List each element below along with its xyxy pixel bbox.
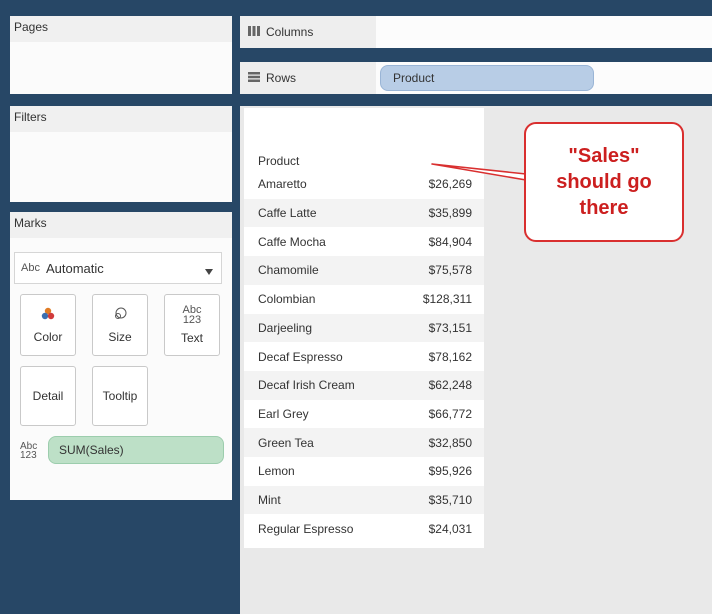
- row-value: $95,926: [428, 464, 472, 479]
- table-row[interactable]: Chamomile $75,578: [244, 256, 484, 285]
- table-rows: Amaretto $26,269 Caffe Latte $35,899 Caffe…: [244, 170, 484, 544]
- detail-button-label: Detail: [32, 389, 64, 403]
- columns-drop-area[interactable]: [376, 16, 712, 48]
- row-product: Caffe Latte: [258, 206, 317, 221]
- callout-pointer: [431, 163, 527, 181]
- callout-line-1: "Sales": [568, 145, 640, 167]
- row-product: Mint: [258, 493, 281, 508]
- row-value: $75,578: [428, 263, 472, 278]
- row-product: Decaf Irish Cream: [258, 378, 355, 393]
- row-value: $24,031: [428, 521, 472, 536]
- chevron-down-icon: [205, 264, 213, 278]
- row-value: $32,850: [428, 435, 472, 450]
- pages-card-title: Pages: [14, 20, 49, 34]
- row-value: $73,151: [428, 320, 472, 335]
- row-product: Caffe Mocha: [258, 234, 326, 249]
- row-value: $62,248: [428, 378, 472, 393]
- table-row[interactable]: Green Tea $32,850: [244, 428, 484, 457]
- filters-drop-area[interactable]: [10, 132, 232, 202]
- table-row[interactable]: Decaf Irish Cream $62,248: [244, 370, 484, 400]
- pages-card: Pages: [10, 16, 232, 94]
- rows-shelf-label: Rows: [240, 62, 376, 94]
- columns-label-text: Columns: [266, 25, 314, 39]
- table-row[interactable]: Lemon $95,926: [244, 457, 484, 486]
- rows-icon: [248, 71, 260, 85]
- row-product: Earl Grey: [258, 406, 309, 421]
- size-button[interactable]: Size: [92, 294, 148, 356]
- product-pill-label: Product: [393, 71, 435, 85]
- row-value: $66,772: [428, 406, 472, 421]
- mark-type-dropdown[interactable]: Abc Automatic: [14, 252, 222, 284]
- row-product: Regular Espresso: [258, 521, 354, 536]
- filters-card: Filters: [10, 106, 232, 202]
- color-button[interactable]: Color: [20, 294, 76, 356]
- row-value: $78,162: [428, 349, 472, 364]
- filters-card-title: Filters: [14, 110, 47, 124]
- row-product: Amaretto: [258, 177, 307, 192]
- row-product: Colombian: [258, 292, 316, 307]
- row-product: Darjeeling: [258, 320, 313, 335]
- product-pill[interactable]: Product: [380, 65, 594, 91]
- table-row[interactable]: Darjeeling $73,151: [244, 313, 484, 343]
- sum-sales-pill[interactable]: SUM(Sales): [48, 436, 224, 464]
- color-button-label: Color: [33, 329, 63, 344]
- marks-card-title: Marks: [14, 216, 47, 230]
- table-row[interactable]: Colombian $128,311: [244, 285, 484, 314]
- columns-icon: [248, 25, 260, 39]
- table-row[interactable]: Decaf Espresso $78,162: [244, 342, 484, 371]
- rows-label-text: Rows: [266, 71, 297, 85]
- color-dots-icon: [41, 307, 55, 324]
- row-value: $35,710: [428, 493, 472, 508]
- row-product: Decaf Espresso: [258, 349, 343, 364]
- product-column-header: Product: [258, 154, 300, 168]
- text-abc-icon: Abc 123: [182, 304, 202, 326]
- row-value: $35,899: [428, 206, 472, 221]
- row-value: $128,311: [422, 292, 472, 307]
- sum-sales-pill-label: SUM(Sales): [59, 443, 124, 457]
- text-button-label: Text: [180, 331, 203, 345]
- mark-type-value: Automatic: [45, 260, 104, 276]
- callout-line-3: there: [579, 197, 629, 219]
- size-icon: [113, 307, 127, 324]
- text-button[interactable]: Abc 123 Text: [164, 294, 220, 356]
- table-row[interactable]: Earl Grey $66,772: [244, 400, 484, 429]
- row-product: Green Tea: [258, 435, 314, 450]
- table-row[interactable]: Regular Espresso $24,031: [244, 514, 484, 543]
- table-row[interactable]: Mint $35,710: [244, 485, 484, 515]
- mark-type-abc-icon: Abc: [21, 262, 40, 274]
- row-value: $84,904: [428, 234, 472, 249]
- table-row[interactable]: Caffe Latte $35,899: [244, 198, 484, 228]
- pages-drop-area[interactable]: [10, 42, 232, 94]
- callout-line-2: should go: [556, 171, 652, 193]
- row-product: Lemon: [258, 464, 295, 479]
- tooltip-button-label: Tooltip: [102, 389, 138, 403]
- row-product: Chamomile: [258, 263, 319, 278]
- text-encoding-icon: Abc 123: [20, 441, 38, 461]
- tooltip-button[interactable]: Tooltip: [92, 366, 148, 426]
- annotation-callout: "Sales" should go there: [524, 122, 684, 242]
- columns-shelf-label: Columns: [240, 16, 376, 48]
- columns-shelf: Columns: [240, 16, 712, 48]
- table-row[interactable]: Caffe Mocha $84,904: [244, 227, 484, 256]
- detail-button[interactable]: Detail: [20, 366, 76, 426]
- size-button-label: Size: [108, 329, 132, 344]
